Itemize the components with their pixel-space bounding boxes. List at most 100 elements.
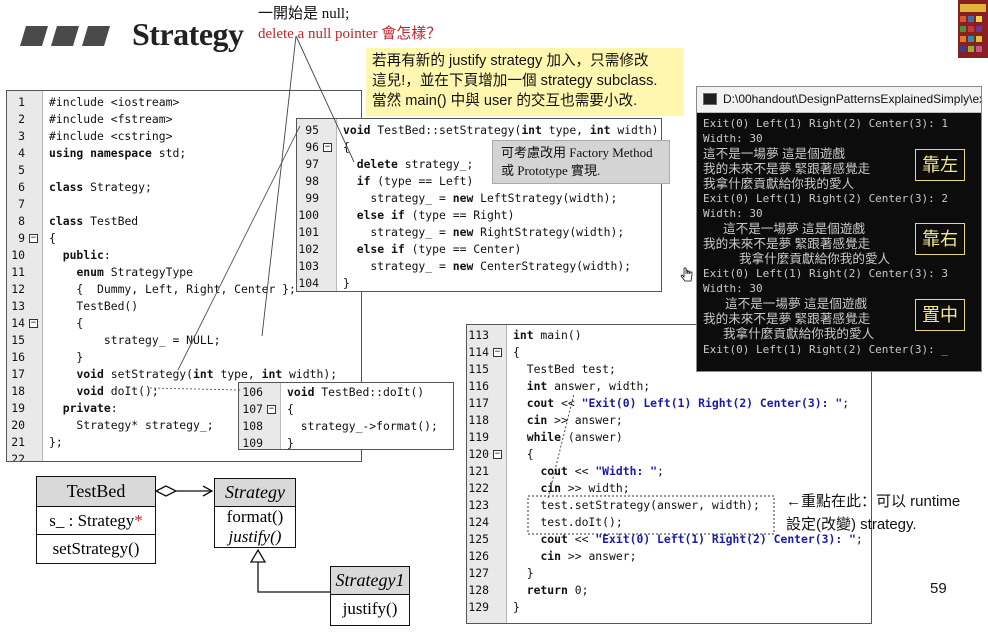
line-number: 13 bbox=[11, 299, 25, 313]
line-number: 11 bbox=[11, 265, 25, 279]
code-text: cout << "Width: "; bbox=[540, 464, 664, 478]
code-text: cin >> width; bbox=[540, 481, 630, 495]
code-text: cin >> answer; bbox=[526, 413, 623, 427]
code-text: void TestBed::setStrategy(int type, int … bbox=[343, 123, 659, 137]
line-number: 100 bbox=[298, 208, 319, 222]
code-text: { bbox=[49, 231, 56, 245]
uml-testbed-op: setStrategy() bbox=[52, 539, 140, 558]
code-text: else if (type == Right) bbox=[356, 208, 515, 222]
code-text: { bbox=[513, 447, 534, 461]
code-text: cout << "Exit(0) Left(1) Right(2) Center… bbox=[526, 396, 850, 410]
line-number: 1 bbox=[18, 95, 25, 109]
code-text: cin >> answer; bbox=[540, 549, 637, 563]
uml-class-strategy1: Strategy1 justify() bbox=[330, 566, 410, 626]
factory-callout-line1: 可考慮改用 Factory Method bbox=[501, 145, 653, 160]
console-line: Exit(0) Left(1) Right(2) Center(3): 3 bbox=[703, 267, 949, 280]
code-line: 109} bbox=[239, 435, 453, 450]
console-poem-right-2: 我的未來不是夢 緊跟著感覺走 bbox=[703, 237, 871, 251]
code-text: test.doIt(); bbox=[513, 515, 623, 529]
code-text: strategy_->format(); bbox=[287, 419, 438, 433]
code-text: { Dummy, Left, Right, Center }; bbox=[49, 282, 296, 296]
code-text: #include <fstream> bbox=[49, 112, 173, 126]
code-line: 102 else if (type == Center) bbox=[297, 241, 661, 258]
fold-toggle-icon[interactable]: − bbox=[29, 319, 38, 328]
tag-center: 置中 bbox=[915, 299, 965, 331]
code-line: 100 else if (type == Right) bbox=[297, 207, 661, 224]
code-text: if (type == Left) bbox=[356, 174, 474, 188]
line-number: 126 bbox=[468, 549, 489, 563]
console-poem-left-3: 我拿什麼貢獻給你我的愛人 bbox=[703, 177, 855, 191]
code-text: test.setStrategy(answer, width); bbox=[513, 498, 760, 512]
code-text: #include <iostream> bbox=[49, 95, 180, 109]
line-number: 102 bbox=[298, 242, 319, 256]
console-titlebar[interactable]: D:\00handout\DesignPatternsExplainedSimp… bbox=[697, 87, 981, 113]
line-number: 4 bbox=[18, 146, 25, 160]
page-number: 59 bbox=[930, 580, 947, 597]
console-poem-left-1: 這不是一場夢 這是個遊戲 bbox=[703, 147, 846, 161]
line-number: 122 bbox=[468, 481, 489, 495]
uml-testbed-attr: s_ : Strategy* bbox=[37, 507, 155, 535]
uml-strategy1-op: justify() bbox=[342, 599, 398, 618]
null-note-line2: delete a null pointer 會怎樣？ bbox=[258, 26, 442, 42]
code-text: using namespace std; bbox=[49, 146, 187, 160]
line-number: 3 bbox=[18, 129, 25, 143]
code-line: 117 cout << "Exit(0) Left(1) Right(2) Ce… bbox=[467, 395, 871, 412]
null-note-line1: 一開始是 null; bbox=[258, 6, 350, 22]
console-poem-center-3: 我拿什麼貢獻給你我的愛人 bbox=[723, 327, 875, 341]
code-line: 14 { bbox=[7, 315, 361, 332]
uml-class-testbed: TestBed s_ : Strategy* setStrategy() bbox=[36, 476, 156, 564]
fold-toggle-icon[interactable]: − bbox=[493, 348, 502, 357]
line-number: 123 bbox=[468, 498, 489, 512]
line-number: 117 bbox=[468, 396, 489, 410]
line-number: 120 bbox=[468, 447, 489, 461]
fold-toggle-icon[interactable]: − bbox=[29, 234, 38, 243]
console-line: Exit(0) Left(1) Right(2) Center(3): 2 bbox=[703, 192, 949, 205]
code-text: }; bbox=[49, 435, 63, 449]
code-line: 129} bbox=[467, 599, 871, 616]
code-text: strategy_ = NULL; bbox=[49, 333, 221, 347]
line-number: 109 bbox=[242, 436, 263, 450]
console-poem-center-2: 我的未來不是夢 緊跟著感覺走 bbox=[703, 312, 871, 326]
line-number: 96 bbox=[305, 140, 319, 154]
line-number: 5 bbox=[18, 163, 25, 177]
uml-class-strategy: Strategy format() justify() bbox=[214, 478, 296, 548]
extension-callout-line2: 這兒!，並在下頁增加一個 strategy subclass. bbox=[372, 73, 658, 89]
line-number: 104 bbox=[298, 276, 319, 290]
line-number: 17 bbox=[11, 367, 25, 381]
fold-toggle-icon[interactable]: − bbox=[493, 450, 502, 459]
line-number: 99 bbox=[305, 191, 319, 205]
code-text: #include <cstring> bbox=[49, 129, 173, 143]
line-number: 19 bbox=[11, 401, 25, 415]
fold-toggle-icon[interactable]: − bbox=[323, 143, 332, 152]
code-text: { bbox=[49, 316, 84, 330]
uml-inheritance-line bbox=[257, 562, 330, 593]
fold-toggle-icon[interactable]: − bbox=[267, 405, 276, 414]
line-number: 101 bbox=[298, 225, 319, 239]
console-line: Width: 30 bbox=[703, 207, 763, 220]
tag-left: 靠左 bbox=[915, 149, 965, 181]
console-line: Exit(0) Left(1) Right(2) Center(3): 1 bbox=[703, 117, 949, 130]
code-text: while (answer) bbox=[526, 430, 623, 444]
code-line: 15 strategy_ = NULL; bbox=[7, 332, 361, 349]
line-number: 115 bbox=[468, 362, 489, 376]
code-line: 22 bbox=[7, 451, 361, 461]
factory-callout: 可考慮改用 Factory Method 或 Prototype 實現. bbox=[492, 140, 670, 184]
line-number: 9 bbox=[18, 231, 25, 245]
page-title: Strategy bbox=[132, 16, 244, 52]
line-number: 95 bbox=[305, 123, 319, 137]
line-number: 118 bbox=[468, 413, 489, 427]
code-panel-doit: 106 void TestBed::doIt() 107 {−108 strategy… bbox=[238, 382, 454, 450]
line-number: 20 bbox=[11, 418, 25, 432]
code-text: strategy_ = new LeftStrategy(width); bbox=[343, 191, 618, 205]
code-line: 118 cin >> answer; bbox=[467, 412, 871, 429]
runtime-callout-line2: 設定(改變) strategy. bbox=[786, 516, 917, 533]
code-text: void doIt(); bbox=[76, 384, 159, 398]
code-text: class TestBed bbox=[49, 214, 139, 228]
uml-aggregation-diamond bbox=[154, 485, 178, 497]
uml-strategy1-name: Strategy1 bbox=[331, 567, 409, 595]
line-number: 106 bbox=[242, 385, 263, 399]
code-text: } bbox=[49, 350, 84, 364]
code-line: 108 strategy_->format(); bbox=[239, 418, 453, 435]
code-line: 106 void TestBed::doIt() bbox=[239, 384, 453, 401]
code-text: { bbox=[287, 402, 294, 416]
